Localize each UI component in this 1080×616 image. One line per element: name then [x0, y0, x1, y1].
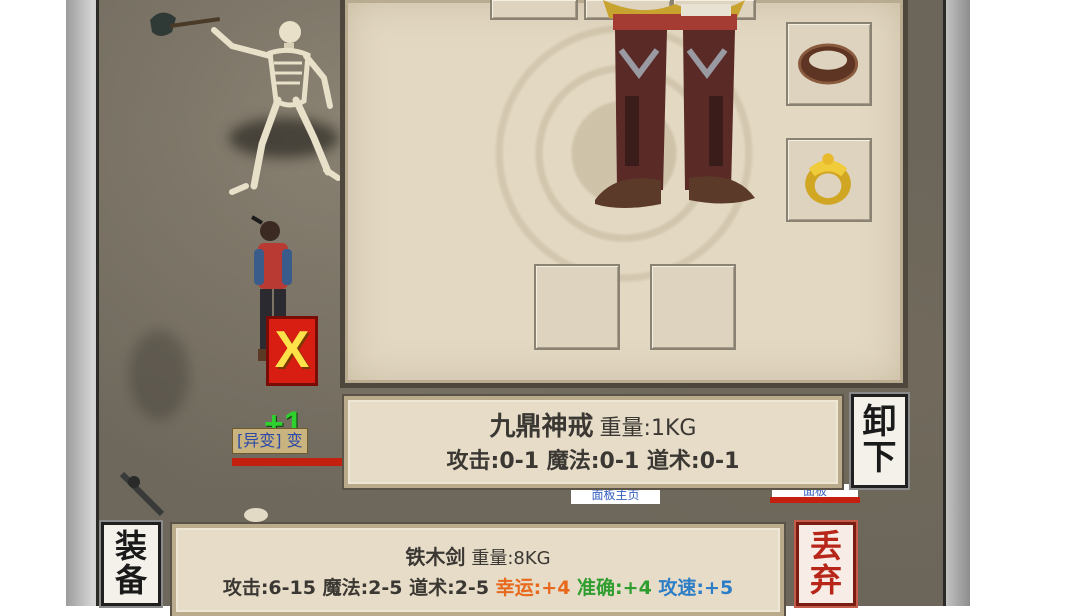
equip-slot[interactable]: [650, 264, 736, 350]
close-button[interactable]: X: [266, 316, 318, 386]
character-paperdoll: [595, 0, 755, 208]
unequip-char: 卸: [862, 402, 897, 443]
bracelet-icon: [798, 43, 859, 85]
player-guild-tag: [异变] 变: [232, 428, 308, 454]
item-name: 九鼎神戒: [489, 412, 594, 442]
skeleton-monster[interactable]: [150, 8, 350, 208]
bag-item-name: 铁木剑: [405, 545, 466, 569]
bag-item-tooltip: 铁木剑 重量:8KG 攻击:6-15 魔法:2-5 道术:2-5 幸运:+4 准确…: [172, 524, 784, 616]
skull-prop: [244, 508, 268, 522]
ring-slot[interactable]: [786, 138, 872, 222]
equip-button[interactable]: 装 备: [101, 522, 161, 606]
bag-item-stats: 攻击:6-15 魔法:2-5 道术:2-5: [222, 577, 490, 599]
weapon-prop: [119, 471, 165, 517]
equip-slot[interactable]: [490, 0, 578, 20]
bag-item-weight-label: 重量:: [471, 548, 514, 569]
bracelet-slot[interactable]: [786, 22, 872, 106]
selected-item-tooltip: 九鼎神戒 重量:1KG 攻击:0-1 魔法:0-1 道术:0-1: [344, 396, 842, 488]
item-weight-value: 1KG: [650, 416, 697, 441]
ring-icon: [805, 153, 851, 205]
bag-item-luck: 幸运:+4: [495, 577, 571, 599]
bag-item-accuracy: 准确:+4: [577, 577, 652, 599]
drop-char: 弃: [809, 561, 842, 599]
drop-char: 丢: [809, 527, 842, 566]
bag-item-weight-value: 8KG: [513, 548, 551, 569]
item-weight-label: 重量:: [599, 416, 651, 441]
item-stats: 攻击:0-1 魔法:0-1 道术:0-1: [446, 449, 740, 474]
ground-shadow: [129, 330, 189, 420]
drop-button[interactable]: 丢 弃: [796, 522, 856, 606]
health-bar: [770, 497, 860, 503]
unequip-button[interactable]: 卸 下: [851, 394, 908, 488]
health-bar: [232, 458, 342, 466]
equip-char: 装: [114, 527, 147, 566]
unequip-char: 下: [862, 438, 897, 478]
bag-item-speed: 攻速:+5: [658, 577, 734, 599]
info-strip: 面板主页: [571, 488, 660, 504]
equip-char: 备: [114, 561, 147, 599]
equip-slot[interactable]: [534, 264, 620, 350]
